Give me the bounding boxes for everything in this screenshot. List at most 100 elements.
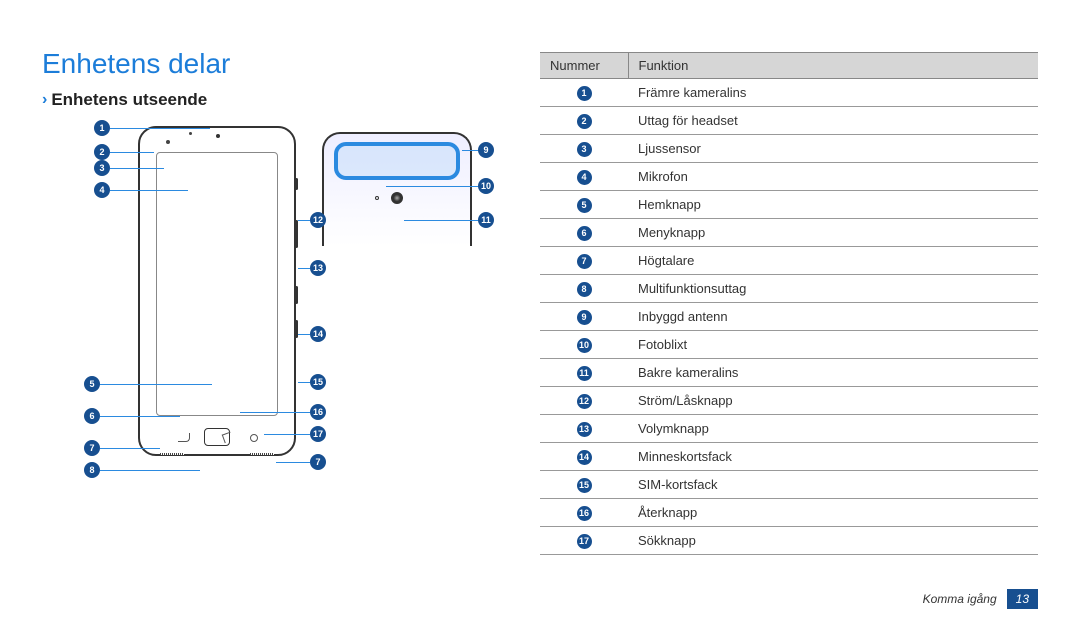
right-column: Nummer Funktion 1 Främre kameralins 2 Uttag… [540,48,1038,555]
leader-6 [100,416,180,417]
callout-5: 5 [84,376,100,392]
leader-15 [298,382,310,383]
number-badge: 1 [577,86,592,101]
row-function-cell: Fotoblixt [628,331,1038,359]
number-badge: 5 [577,198,592,213]
row-function-cell: Uttag för headset [628,107,1038,135]
leader-12 [298,220,310,221]
number-badge: 2 [577,114,592,129]
footer: Komma igång 13 [923,589,1038,609]
row-number-cell: 12 [540,387,628,415]
header-function: Funktion [628,53,1038,79]
callout-17: 17 [310,426,326,442]
footer-section: Komma igång [923,592,997,606]
callout-2: 2 [94,144,110,160]
number-badge: 3 [577,142,592,157]
leader-8 [100,470,200,471]
row-function-cell: SIM-kortsfack [628,471,1038,499]
row-function-cell: Högtalare [628,247,1038,275]
row-number-cell: 9 [540,303,628,331]
leader-5 [100,384,212,385]
leader-2 [110,152,154,153]
row-number-cell: 16 [540,499,628,527]
leader-9 [462,150,478,151]
leader-11 [404,220,478,221]
row-function-cell: Bakre kameralins [628,359,1038,387]
table-row: 5 Hemknapp [540,191,1038,219]
number-badge: 4 [577,170,592,185]
mic-dot [189,132,192,135]
number-badge: 8 [577,282,592,297]
row-number-cell: 17 [540,527,628,555]
row-number-cell: 13 [540,415,628,443]
table-row: 17 Sökknapp [540,527,1038,555]
callout-1: 1 [94,120,110,136]
row-number-cell: 7 [540,247,628,275]
callout-8: 8 [84,462,100,478]
row-function-cell: Främre kameralins [628,79,1038,107]
table-row: 15SIM-kortsfack [540,471,1038,499]
table-row: 11 Bakre kameralins [540,359,1038,387]
table-row: 16Återknapp [540,499,1038,527]
chevron-icon: › [42,91,47,109]
header-number: Nummer [540,53,628,79]
side-sim [295,320,298,338]
table-row: 14Minneskortsfack [540,443,1038,471]
table-row: 9Inbyggd antenn [540,303,1038,331]
callout-11: 11 [478,212,494,228]
callout-4: 4 [94,182,110,198]
page: Enhetens delar › Enhetens utseende [0,0,1080,575]
row-number-cell: 5 [540,191,628,219]
row-function-cell: Minneskortsfack [628,443,1038,471]
table-row: 2 Uttag för headset [540,107,1038,135]
flash-icon [375,196,379,200]
leader-14 [298,334,310,335]
row-function-cell: Mikrofon [628,163,1038,191]
row-number-cell: 6 [540,219,628,247]
number-badge: 13 [577,422,592,437]
table-row: 12Ström/Låsknapp [540,387,1038,415]
row-number-cell: 11 [540,359,628,387]
callout-9: 9 [478,142,494,158]
leader-1 [110,128,210,129]
menu-key [178,433,190,442]
row-number-cell: 2 [540,107,628,135]
callout-7b: 7 [310,454,326,470]
row-function-cell: Ljussensor [628,135,1038,163]
row-function-cell: Sökknapp [628,527,1038,555]
row-number-cell: 15 [540,471,628,499]
leader-3 [110,168,164,169]
row-function-cell: Hemknapp [628,191,1038,219]
table-row: 4 Mikrofon [540,163,1038,191]
callout-3: 3 [94,160,110,176]
row-number-cell: 8 [540,275,628,303]
table-row: 13 Volymknapp [540,415,1038,443]
table-row: 8 Multifunktionsuttag [540,275,1038,303]
row-function-cell: Menyknapp [628,219,1038,247]
number-badge: 17 [577,534,592,549]
search-key [250,434,258,442]
row-function-cell: Multifunktionsuttag [628,275,1038,303]
leader-17 [264,434,310,435]
callout-10: 10 [478,178,494,194]
row-number-cell: 10 [540,331,628,359]
back-key [222,432,234,444]
number-badge: 7 [577,254,592,269]
row-function-cell: Inbyggd antenn [628,303,1038,331]
page-title: Enhetens delar [42,48,492,80]
number-badge: 12 [577,394,592,409]
row-number-cell: 3 [540,135,628,163]
callout-15: 15 [310,374,326,390]
device-diagram: 1 2 3 4 5 6 7 8 9 10 11 1 [42,120,472,500]
speaker-right [250,453,274,455]
table-row: 3 Ljussensor [540,135,1038,163]
light-sensor-dot [166,140,170,144]
row-function-cell: Volymknapp [628,415,1038,443]
parts-table: Nummer Funktion 1 Främre kameralins 2 Uttag… [540,52,1038,555]
leader-13 [298,268,310,269]
row-function-cell: Återknapp [628,499,1038,527]
number-badge: 6 [577,226,592,241]
callout-16: 16 [310,404,326,420]
number-badge: 11 [577,366,592,381]
left-column: Enhetens delar › Enhetens utseende [42,48,492,555]
